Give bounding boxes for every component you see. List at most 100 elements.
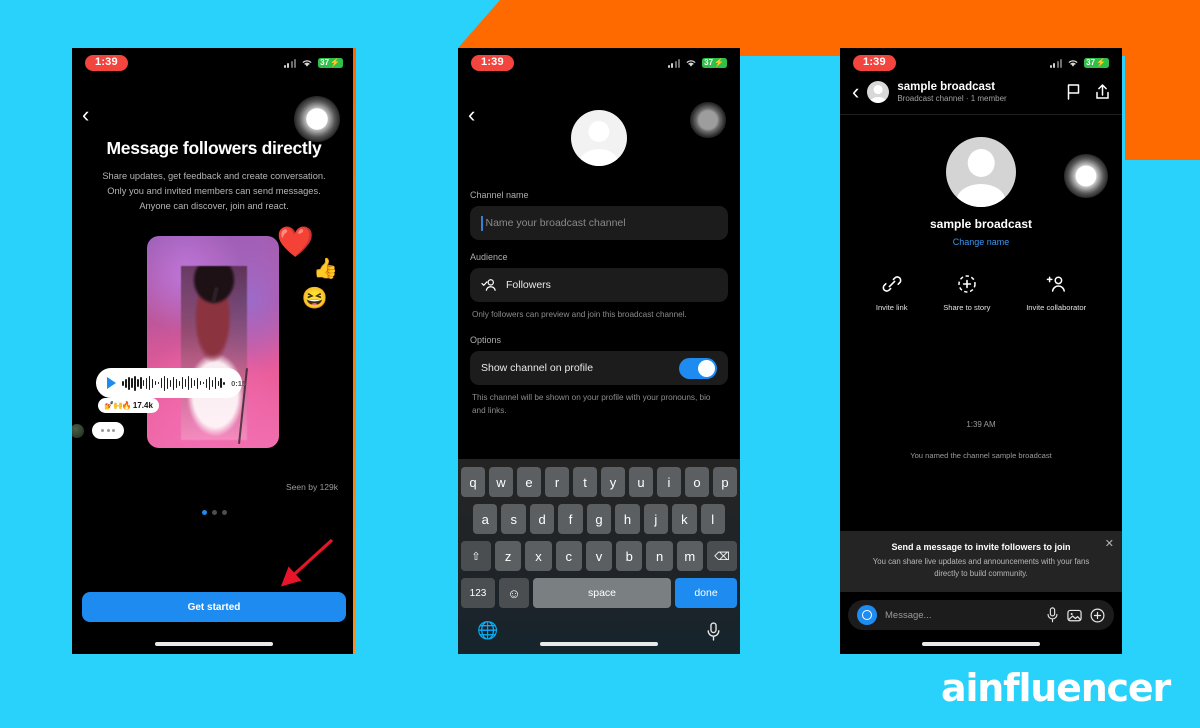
status-icons: 37 ⚡ xyxy=(283,57,343,69)
channel-name-input[interactable]: Name your broadcast channel xyxy=(470,206,728,240)
back-chevron-icon[interactable]: ‹ xyxy=(82,104,89,126)
camera-icon[interactable] xyxy=(857,605,877,625)
key-e[interactable]: e xyxy=(517,467,541,497)
text-caret xyxy=(481,215,483,231)
audience-label: Audience xyxy=(470,252,508,262)
signal-icon xyxy=(1049,58,1063,68)
reaction-count-pill[interactable]: 💅🙌🔥 17.4k xyxy=(98,398,159,414)
followers-check-icon xyxy=(481,279,496,291)
signal-icon xyxy=(667,58,681,68)
key-l[interactable]: l xyxy=(700,504,725,534)
invite-link-action[interactable]: Invite link xyxy=(876,273,908,312)
header-subtitle: Broadcast channel · 1 member xyxy=(897,94,1007,104)
key-d[interactable]: d xyxy=(529,504,555,534)
wifi-icon xyxy=(686,60,696,67)
wifi-icon xyxy=(1068,60,1078,67)
key-h[interactable]: h xyxy=(615,504,640,534)
key-u[interactable]: u xyxy=(629,467,653,497)
key-t[interactable]: t xyxy=(573,467,597,497)
share-to-story-action[interactable]: Share to story xyxy=(943,273,990,312)
get-started-button[interactable]: Get started xyxy=(82,592,346,622)
play-icon[interactable] xyxy=(107,377,116,390)
phone-edge-accent xyxy=(353,48,356,654)
system-message: You named the channel sample broadcast xyxy=(910,450,1052,460)
key-numeric[interactable]: 123 xyxy=(461,578,495,608)
key-x[interactable]: x xyxy=(525,541,552,571)
key-r[interactable]: r xyxy=(545,467,569,497)
phone-screen-3: 1:39 37 ⚡ ‹ sample broadcast Broadcast ch… xyxy=(840,48,1122,654)
key-k[interactable]: k xyxy=(672,504,697,534)
channel-avatar[interactable] xyxy=(571,110,627,166)
keyboard-row-3: ⇧ z x c v b n m ⌫ xyxy=(461,541,737,571)
invite-banner: ✕ Send a message to invite followers to … xyxy=(840,531,1122,592)
on-screen-keyboard[interactable]: qwertyuiop asdfghjkl ⇧ z x c v b n m ⌫ 123 ☺ spa… xyxy=(458,459,740,654)
key-done[interactable]: done xyxy=(675,578,737,608)
key-m[interactable]: m xyxy=(676,541,703,571)
action-label: Invite link xyxy=(875,302,908,312)
message-composer[interactable]: Message... xyxy=(848,600,1114,630)
avatar-ring-glow xyxy=(294,96,340,142)
mic-icon[interactable] xyxy=(706,621,721,641)
key-s[interactable]: s xyxy=(501,504,526,534)
change-name-link[interactable]: Change name xyxy=(840,237,1122,247)
key-b[interactable]: b xyxy=(616,541,643,571)
carousel-pagination[interactable] xyxy=(72,510,356,516)
pagination-dot[interactable] xyxy=(221,510,227,516)
voice-message-bubble[interactable]: 0:15 xyxy=(96,368,246,399)
audience-select[interactable]: Followers xyxy=(470,268,728,302)
key-v[interactable]: v xyxy=(585,541,613,571)
keyboard-bottom-bar: 🌐 xyxy=(461,615,737,641)
flag-icon[interactable] xyxy=(1066,84,1081,101)
key-j[interactable]: j xyxy=(643,504,669,534)
key-f[interactable]: f xyxy=(558,504,583,534)
red-arrow-icon xyxy=(280,538,334,587)
back-chevron-icon[interactable]: ‹ xyxy=(468,104,475,126)
key-space[interactable]: space xyxy=(533,578,671,608)
avatar[interactable] xyxy=(867,81,890,104)
brand-text-a: a xyxy=(940,666,967,710)
gallery-icon[interactable] xyxy=(1067,608,1082,623)
plus-icon[interactable] xyxy=(1090,608,1105,623)
header-title: sample broadcast xyxy=(897,81,996,93)
channel-name: sample broadcast xyxy=(929,216,1033,231)
key-backspace[interactable]: ⌫ xyxy=(706,541,737,571)
thumbsup-reaction-emoji: 👍 xyxy=(313,258,338,281)
key-shift[interactable]: ⇧ xyxy=(461,541,492,571)
pagination-dot[interactable] xyxy=(201,510,207,516)
key-z[interactable]: z xyxy=(495,541,522,571)
key-o[interactable]: o xyxy=(685,467,709,497)
channel-avatar[interactable] xyxy=(946,136,1016,207)
concert-photo xyxy=(147,236,279,449)
page-subtitle-line-0: Share updates, get feedback and create c… xyxy=(102,171,326,181)
banner-description: You can share live updates and announcem… xyxy=(872,557,1090,578)
avatar-ring-glow xyxy=(690,102,726,138)
mic-icon[interactable] xyxy=(1046,607,1059,623)
status-time: 1:39 xyxy=(85,55,128,71)
share-icon[interactable] xyxy=(1095,84,1110,100)
key-n[interactable]: n xyxy=(646,541,673,571)
chat-header: ‹ sample broadcast Broadcast channel · 1… xyxy=(840,74,1122,115)
wifi-icon xyxy=(302,60,312,67)
pagination-dot[interactable] xyxy=(211,510,217,516)
key-a[interactable]: a xyxy=(473,504,498,534)
seen-by-label: Seen by 129k xyxy=(286,482,338,493)
show-channel-toggle[interactable] xyxy=(679,357,717,379)
invite-collaborator-action[interactable]: Invite collaborator xyxy=(1026,273,1086,312)
globe-icon[interactable]: 🌐 xyxy=(477,621,498,641)
key-c[interactable]: c xyxy=(555,541,582,571)
audio-waveform xyxy=(122,375,226,391)
battery-icon: 37 ⚡ xyxy=(1084,57,1109,69)
keyboard-row-2: asdfghjkl xyxy=(461,504,737,534)
show-channel-on-profile-row[interactable]: Show channel on profile xyxy=(470,351,728,386)
back-chevron-icon[interactable]: ‹ xyxy=(852,81,859,103)
close-icon[interactable]: ✕ xyxy=(1105,537,1114,550)
key-y[interactable]: y xyxy=(601,467,625,497)
message-input-placeholder[interactable]: Message... xyxy=(885,610,1038,621)
key-emoji[interactable]: ☺ xyxy=(499,578,529,608)
home-indicator xyxy=(540,642,658,646)
key-g[interactable]: g xyxy=(586,504,612,534)
key-i[interactable]: i xyxy=(657,467,681,497)
key-p[interactable]: p xyxy=(713,467,737,497)
key-w[interactable]: w xyxy=(489,467,513,497)
key-q[interactable]: q xyxy=(461,467,485,497)
